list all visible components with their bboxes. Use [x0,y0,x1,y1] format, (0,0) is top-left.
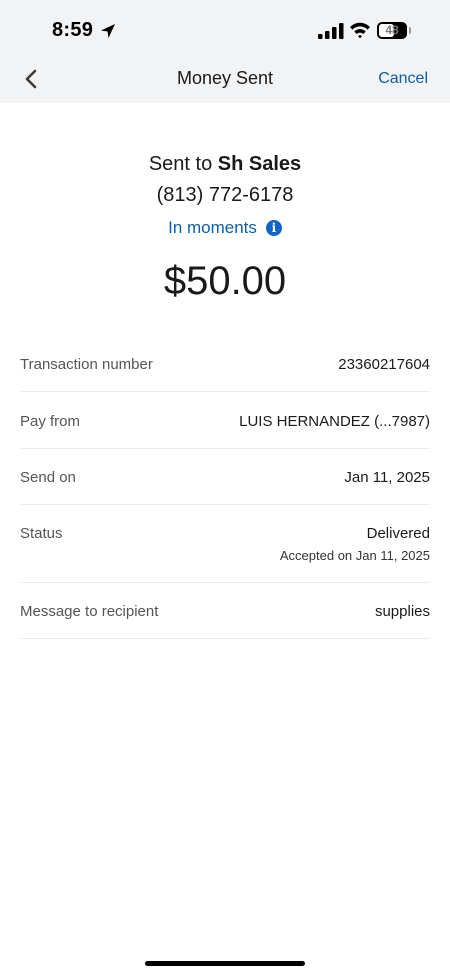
detail-value: Jan 11, 2025 [344,469,430,486]
sent-to-prefix: Sent to [148,153,213,175]
transaction-details: Transaction number 23360217604 Pay from … [20,338,430,639]
home-indicator[interactable] [145,961,305,966]
detail-value: supplies [374,603,430,620]
battery-cap [409,27,411,34]
location-arrow-icon [101,24,115,38]
detail-label: Status [20,525,63,542]
cancel-button[interactable]: Cancel [378,70,428,88]
detail-label: Message to recipient [20,603,159,620]
detail-value: 23360217604 [338,356,430,373]
wifi-icon [350,22,370,39]
battery-icon: 48 [377,22,407,39]
recipient-name: Sh Sales [217,153,302,175]
detail-row-pay-from: Pay from LUIS HERNANDEZ (...7987) [20,392,430,449]
delivery-timing[interactable]: In moments i [168,216,282,240]
transfer-summary: Sent to Sh Sales (813) 772-6178 In momen… [0,150,450,306]
status-time: 8:59 [52,19,94,41]
cellular-signal-icon [318,23,344,39]
detail-value: LUIS HERNANDEZ (...7987) [239,413,430,430]
status-value: Delivered [366,525,430,542]
status-bar: 8:59 48 [0,0,450,60]
detail-label: Send on [20,469,76,486]
recipient-phone: (813) 772-6178 [156,184,294,206]
detail-row-send-on: Send on Jan 11, 2025 [20,449,430,505]
detail-row-status: Status Delivered Accepted on Jan 11, 202… [20,505,430,583]
nav-bar: Money Sent Cancel [0,60,450,103]
amount: $50.00 [163,259,287,303]
detail-row-message: Message to recipient supplies [20,583,430,639]
detail-label: Transaction number [20,356,153,373]
sent-to-line: Sent to Sh Sales [0,150,450,178]
detail-row-transaction-number: Transaction number 23360217604 [20,338,430,392]
delivery-timing-label: In moments [168,218,257,237]
detail-label: Pay from [20,413,81,430]
status-value-group: Delivered Accepted on Jan 11, 2025 [280,525,430,563]
battery-level: 48 [385,23,399,37]
status-subtext: Accepted on Jan 11, 2025 [279,548,430,563]
info-icon[interactable]: i [265,220,282,236]
